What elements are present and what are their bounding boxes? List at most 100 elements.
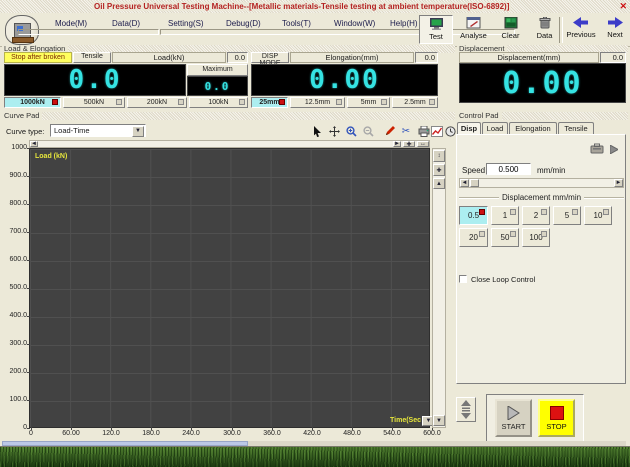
bottom-scrollbar[interactable] bbox=[2, 441, 248, 446]
load-range-500kn[interactable]: 500kN bbox=[63, 97, 125, 108]
chevron-down-icon[interactable]: ▼ bbox=[132, 126, 144, 137]
zoom-out-icon bbox=[363, 126, 374, 137]
speed-20-button[interactable]: 20 bbox=[459, 228, 488, 247]
close-icon[interactable]: ✕ bbox=[619, 1, 627, 12]
analyse-button[interactable]: Analyse bbox=[455, 15, 492, 44]
tensile-mode-button[interactable]: Tensile bbox=[73, 52, 111, 63]
elong-range-12-5mm[interactable]: 12.5mm bbox=[290, 97, 345, 108]
expand-height-icon[interactable]: ✚ bbox=[433, 164, 445, 176]
x-tick: 540.0 bbox=[374, 430, 410, 437]
clear-button[interactable]: Clear bbox=[494, 15, 527, 44]
load-range-100kn[interactable]: 100kN bbox=[189, 97, 248, 108]
control-pad-title: Control Pad bbox=[457, 112, 502, 120]
expand-width-icon[interactable]: ↔ bbox=[417, 141, 429, 147]
zoom-out-button[interactable] bbox=[361, 124, 375, 138]
speed-slider[interactable]: ◄ ► bbox=[459, 178, 624, 188]
tab-load[interactable]: Load bbox=[482, 122, 508, 134]
speed-100-button[interactable]: 100 bbox=[522, 228, 550, 247]
elong-range-25mm[interactable]: 25mm bbox=[251, 97, 288, 108]
cut-tool-button[interactable]: ✂ bbox=[399, 124, 413, 138]
test-button[interactable]: Test bbox=[419, 15, 453, 44]
menu-setting[interactable]: Setting(S) bbox=[168, 19, 204, 28]
range-label: 100kN bbox=[208, 99, 228, 106]
curve-pad-title: Curve Pad bbox=[2, 112, 42, 120]
speed-0-5-button[interactable]: 0.5 bbox=[459, 206, 488, 225]
chart-plot-area[interactable]: Load (kN) Time(Sec ▼ bbox=[29, 148, 430, 428]
arrow-left-icon bbox=[573, 17, 589, 28]
pointer-tool-button[interactable] bbox=[310, 124, 324, 138]
desktop: Oil Pressure Universal Testing Machine--… bbox=[0, 0, 630, 467]
active-indicator bbox=[279, 99, 285, 105]
play-icon bbox=[610, 145, 618, 154]
next-button[interactable]: Next bbox=[601, 15, 629, 44]
speed-50-button[interactable]: 50 bbox=[491, 228, 519, 247]
clear-button-label: Clear bbox=[502, 31, 520, 40]
disp-mode-button[interactable]: DISP MODE bbox=[251, 52, 289, 63]
jog-updown-button[interactable] bbox=[456, 397, 476, 422]
pan-tool-button[interactable] bbox=[327, 124, 341, 138]
inactive-indicator bbox=[381, 99, 387, 105]
y-tick: 600.0 bbox=[1, 256, 27, 263]
curve-type-combobox[interactable]: Load-Time ▼ bbox=[50, 124, 146, 137]
fit-width-icon[interactable]: ✚ bbox=[403, 141, 415, 147]
load-small-value: 0.0 bbox=[227, 52, 248, 63]
elong-range-2-5mm[interactable]: 2.5mm bbox=[392, 97, 438, 108]
report-chart-icon bbox=[431, 126, 443, 137]
active-indicator bbox=[479, 209, 485, 215]
scroll-left-icon[interactable]: ◄ bbox=[30, 141, 38, 147]
speed-button-label: 2 bbox=[534, 211, 538, 220]
elong-range-5mm[interactable]: 5mm bbox=[347, 97, 390, 108]
zoom-in-icon bbox=[346, 126, 357, 137]
fit-height-icon[interactable]: ↕ bbox=[433, 150, 445, 162]
timer-button[interactable] bbox=[443, 124, 457, 138]
speed-button-label: 10 bbox=[594, 211, 603, 220]
menu-debug[interactable]: Debug(D) bbox=[226, 19, 261, 28]
tab-elongation[interactable]: Elongation bbox=[509, 122, 557, 134]
menu-help[interactable]: Help(H) bbox=[390, 19, 418, 28]
clock-icon bbox=[445, 126, 456, 137]
speed-10-button[interactable]: 10 bbox=[584, 206, 612, 225]
load-range-1000kn[interactable]: 1000kN bbox=[4, 97, 61, 108]
hardware-button[interactable] bbox=[590, 143, 604, 154]
chart-vscrollbar[interactable]: ↕ ✚ ▲ ▼ bbox=[432, 148, 446, 428]
menu-window[interactable]: Window(W) bbox=[334, 19, 375, 28]
inactive-indicator bbox=[116, 99, 122, 105]
desktop-grass bbox=[0, 447, 630, 467]
y-tick: 700.0 bbox=[1, 228, 27, 235]
tab-tensile[interactable]: Tensile bbox=[558, 122, 594, 134]
stop-button[interactable]: STOP bbox=[538, 399, 575, 437]
close-loop-checkbox[interactable] bbox=[459, 275, 467, 283]
slider-thumb[interactable] bbox=[470, 179, 479, 187]
slider-right-icon[interactable]: ► bbox=[614, 179, 623, 187]
menu-data[interactable]: Data(D) bbox=[112, 19, 140, 28]
speed-1-button[interactable]: 1 bbox=[491, 206, 519, 225]
load-range-200kn[interactable]: 200kN bbox=[127, 97, 187, 108]
maximum-lcd-display: 0.0 bbox=[187, 76, 248, 96]
report-button[interactable] bbox=[430, 124, 444, 138]
speed-button-label: 1 bbox=[503, 211, 507, 220]
data-button[interactable]: Data bbox=[528, 15, 561, 44]
speed-unit-label: mm/min bbox=[537, 166, 565, 175]
menu-mode[interactable]: Mode(M) bbox=[55, 19, 87, 28]
inactive-indicator bbox=[541, 231, 547, 237]
data-button-label: Data bbox=[537, 31, 553, 40]
start-button[interactable]: START bbox=[495, 399, 532, 437]
scroll-down-icon[interactable]: ▼ bbox=[433, 415, 445, 426]
annotate-tool-button[interactable] bbox=[383, 124, 397, 138]
load-header: Load(kN) bbox=[112, 52, 226, 63]
menu-tools[interactable]: Tools(T) bbox=[282, 19, 311, 28]
speed-5-button[interactable]: 5 bbox=[553, 206, 581, 225]
speed-2-button[interactable]: 2 bbox=[522, 206, 550, 225]
scroll-right-icon[interactable]: ► bbox=[393, 141, 401, 147]
inactive-indicator bbox=[429, 99, 435, 105]
speed-button-label: 0.5 bbox=[468, 211, 479, 220]
advance-button[interactable] bbox=[610, 145, 618, 154]
print-button[interactable] bbox=[417, 124, 431, 138]
zoom-in-button[interactable] bbox=[344, 124, 358, 138]
speed-input[interactable] bbox=[486, 163, 531, 175]
chart-hscrollbar[interactable]: ◄ ► ✚ ↔ bbox=[29, 140, 430, 148]
slider-left-icon[interactable]: ◄ bbox=[460, 179, 469, 187]
title-bar[interactable]: Oil Pressure Universal Testing Machine--… bbox=[0, 0, 630, 13]
previous-button[interactable]: Previous bbox=[563, 15, 599, 44]
scroll-up-icon[interactable]: ▲ bbox=[433, 178, 445, 189]
